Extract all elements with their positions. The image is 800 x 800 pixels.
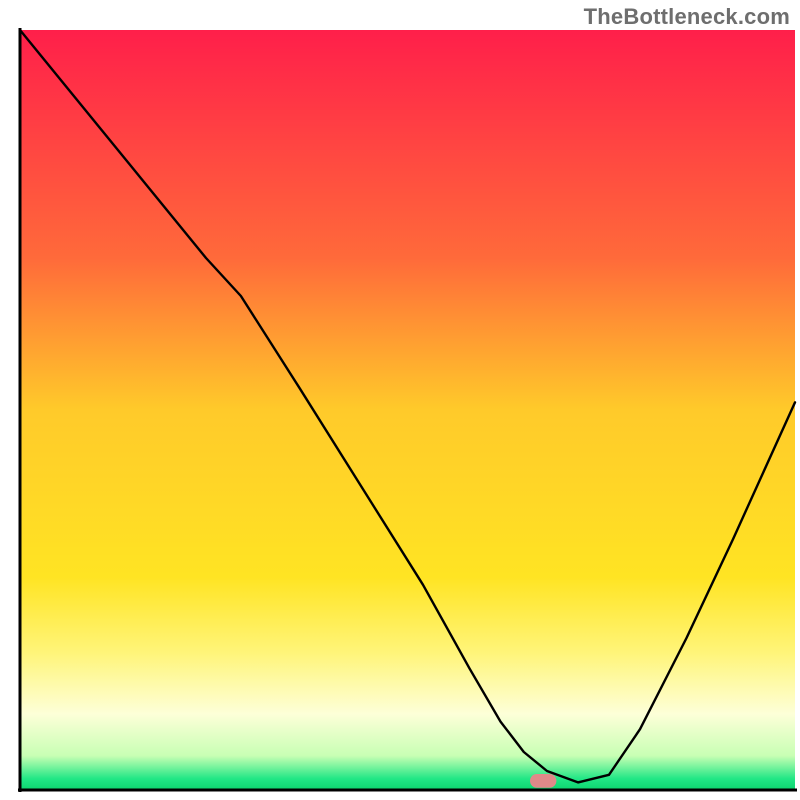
- chart-container: TheBottleneck.com: [0, 0, 800, 800]
- bottleneck-chart: [0, 0, 800, 800]
- optimal-marker: [530, 774, 556, 788]
- gradient-background: [20, 30, 795, 790]
